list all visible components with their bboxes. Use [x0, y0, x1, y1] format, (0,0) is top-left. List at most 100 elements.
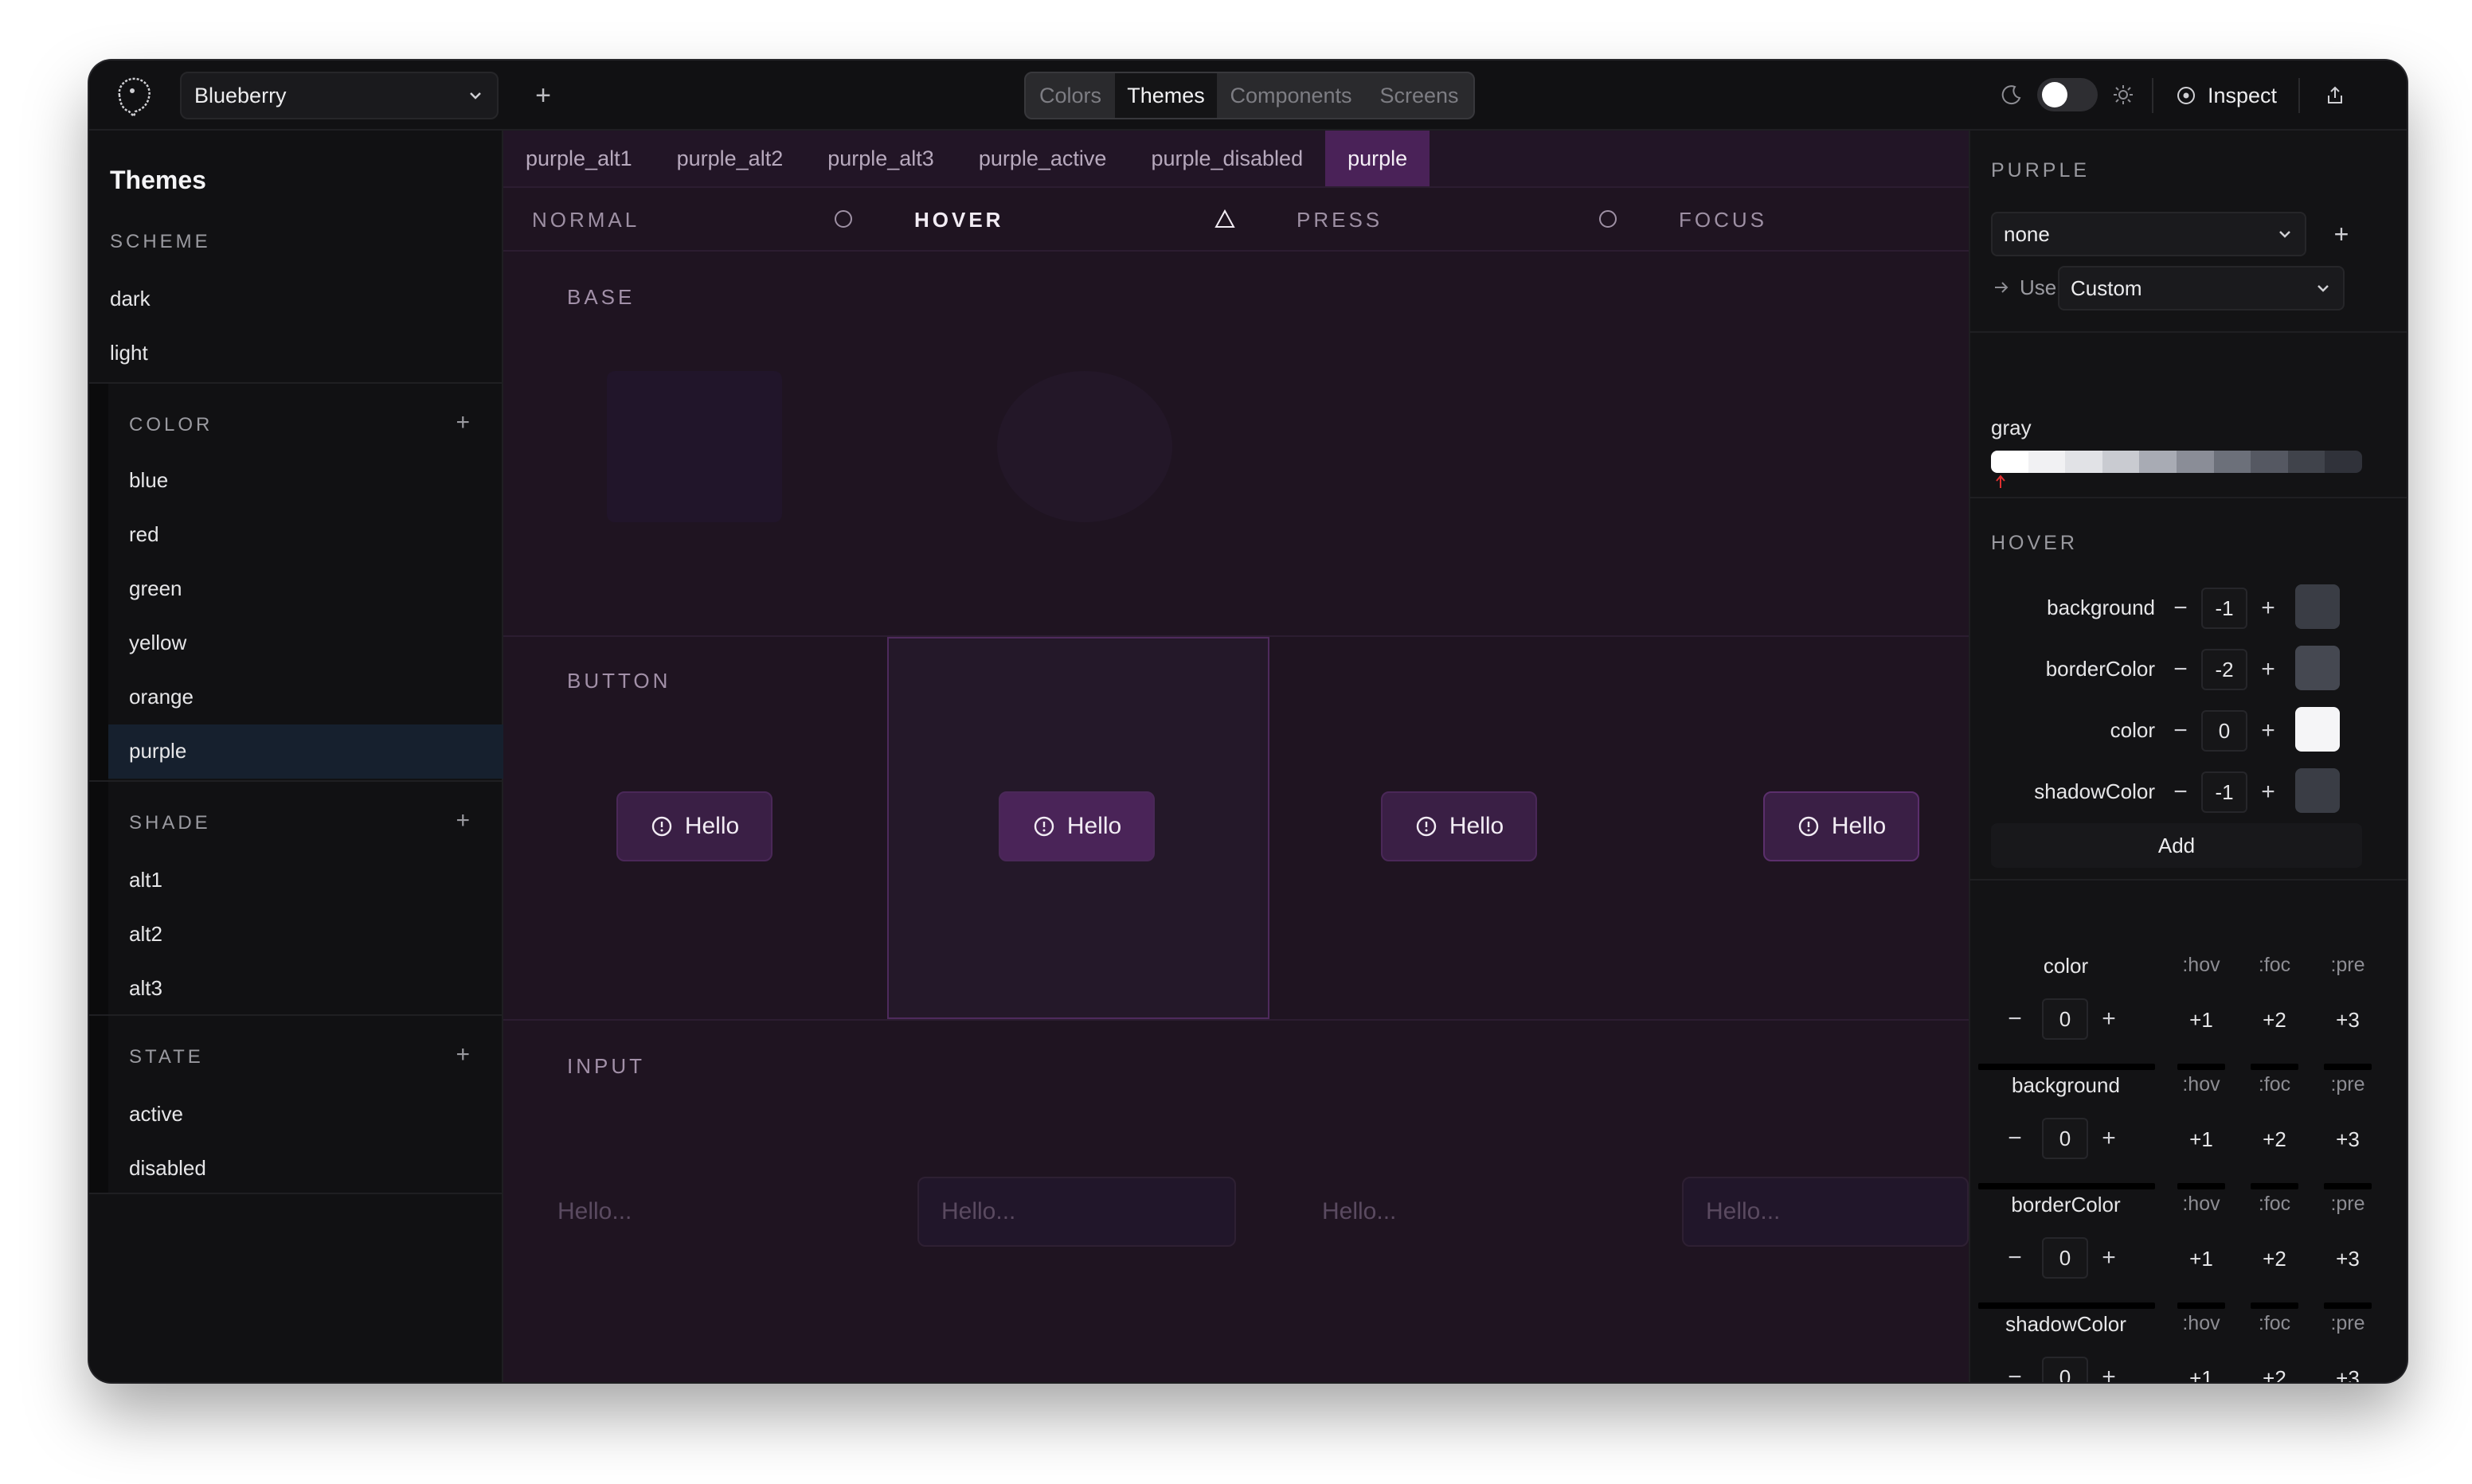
offset-value[interactable]: 0: [2042, 1237, 2088, 1279]
add-base-button[interactable]: +: [2322, 215, 2361, 253]
palette-swatch-6[interactable]: [2213, 451, 2251, 473]
tab-purple-alt1[interactable]: purple_alt1: [503, 131, 655, 186]
offset-pre-value[interactable]: +3: [2322, 1247, 2373, 1271]
add-state-button[interactable]: +: [456, 1041, 470, 1068]
offset-hov-value[interactable]: +1: [2176, 1247, 2227, 1271]
palette-swatch-4[interactable]: [2139, 451, 2177, 473]
sidebar-item-dark[interactable]: dark: [110, 287, 151, 311]
segment-colors[interactable]: Colors: [1026, 73, 1115, 118]
increment-button[interactable]: +: [2093, 1123, 2125, 1154]
increment-button[interactable]: +: [2093, 1242, 2125, 1274]
offset-value[interactable]: 0: [2042, 1118, 2088, 1159]
sidebar-item-alt1[interactable]: alt1: [129, 868, 162, 892]
offset-value[interactable]: -1: [2201, 771, 2247, 813]
offset-foc-value[interactable]: +2: [2249, 1366, 2300, 1382]
sidebar-item-green[interactable]: green: [129, 576, 182, 601]
offset-foc-value[interactable]: +2: [2249, 1247, 2300, 1271]
increment-button[interactable]: +: [2252, 654, 2284, 685]
decrement-button[interactable]: −: [1999, 1361, 2031, 1382]
offset-pre-value[interactable]: +3: [2322, 1366, 2373, 1382]
sidebar-item-light[interactable]: light: [110, 341, 148, 365]
offset-value[interactable]: -2: [2201, 649, 2247, 690]
offset-hov-value[interactable]: +1: [2176, 1008, 2227, 1033]
tab-purple-alt2[interactable]: purple_alt2: [655, 131, 806, 186]
palette-swatch-5[interactable]: [2176, 451, 2214, 473]
inspect-button[interactable]: Inspect: [2176, 75, 2277, 116]
tab-purple-disabled[interactable]: purple_disabled: [1128, 131, 1325, 186]
offset-pre-value[interactable]: +3: [2322, 1008, 2373, 1033]
dark-mode-switch[interactable]: [2037, 78, 2098, 111]
hello-button-hover[interactable]: Hello: [999, 791, 1155, 861]
palette-swatch-0[interactable]: [1991, 451, 2028, 473]
hello-button-press[interactable]: Hello: [1381, 791, 1537, 861]
offset-value[interactable]: -1: [2201, 588, 2247, 629]
offset-hov-value[interactable]: +1: [2176, 1127, 2227, 1152]
offset-hov-value[interactable]: +1: [2176, 1366, 2227, 1382]
sidebar-item-orange[interactable]: orange: [129, 685, 194, 709]
segment-components[interactable]: Components: [1217, 73, 1365, 118]
tab-purple[interactable]: purple: [1325, 131, 1430, 186]
hello-button-normal[interactable]: Hello: [616, 791, 772, 861]
tab-purple-active[interactable]: purple_active: [956, 131, 1129, 186]
offset-foc-value[interactable]: +2: [2249, 1008, 2300, 1033]
palette-swatch-8[interactable]: [2287, 451, 2325, 473]
offset-value[interactable]: 0: [2042, 998, 2088, 1040]
increment-button[interactable]: +: [2252, 776, 2284, 808]
segment-themes[interactable]: Themes: [1115, 73, 1217, 118]
sidebar-item-purple[interactable]: purple: [108, 724, 503, 779]
color-swatch[interactable]: [2295, 646, 2340, 690]
increment-button[interactable]: +: [2093, 1003, 2125, 1035]
sidebar-item-active[interactable]: active: [129, 1102, 183, 1127]
hello-input-normal[interactable]: Hello...: [535, 1177, 854, 1247]
decrement-button[interactable]: −: [2165, 654, 2196, 685]
add-project-button[interactable]: +: [524, 76, 562, 115]
offset-value[interactable]: 0: [2201, 710, 2247, 752]
increment-button[interactable]: +: [2252, 715, 2284, 747]
add-shade-button[interactable]: +: [456, 807, 470, 834]
offset-foc-value[interactable]: +2: [2249, 1127, 2300, 1152]
decrement-button[interactable]: −: [1999, 1003, 2031, 1035]
increment-button[interactable]: +: [2252, 592, 2284, 624]
palette-swatch-9[interactable]: [2325, 451, 2362, 473]
hello-input-hover[interactable]: Hello...: [917, 1177, 1236, 1247]
color-swatch[interactable]: [2295, 768, 2340, 813]
increment-button[interactable]: +: [2093, 1361, 2125, 1382]
sidebar-item-yellow[interactable]: yellow: [129, 631, 186, 655]
hello-input-press[interactable]: Hello...: [1300, 1177, 1618, 1247]
sidebar-item-disabled[interactable]: disabled: [129, 1156, 206, 1181]
palette-swatch-3[interactable]: [2102, 451, 2140, 473]
palette-swatch-1[interactable]: [2028, 451, 2066, 473]
palette-swatch-2[interactable]: [2065, 451, 2102, 473]
hover-prop-name: background: [2047, 596, 2155, 619]
state-normal[interactable]: NORMAL: [503, 188, 886, 252]
base-theme-select[interactable]: none: [1991, 212, 2306, 256]
sidebar-item-alt2[interactable]: alt2: [129, 922, 162, 947]
tab-purple-alt3[interactable]: purple_alt3: [805, 131, 956, 186]
state-press[interactable]: PRESS: [1268, 188, 1650, 252]
decrement-button[interactable]: −: [2165, 715, 2196, 747]
color-swatch[interactable]: [2295, 707, 2340, 752]
state-hover[interactable]: HOVER: [886, 188, 1268, 252]
decrement-button[interactable]: −: [1999, 1242, 2031, 1274]
decrement-button[interactable]: −: [2165, 592, 2196, 624]
share-button[interactable]: [2314, 75, 2356, 116]
project-select[interactable]: Blueberry: [180, 72, 499, 119]
sidebar-item-alt3[interactable]: alt3: [129, 976, 162, 1001]
gray-palette-strip[interactable]: [1991, 451, 2362, 473]
sidebar-item-red[interactable]: red: [129, 522, 159, 547]
segment-screens[interactable]: Screens: [1365, 73, 1473, 118]
hello-button-focus[interactable]: Hello: [1763, 791, 1919, 861]
decrement-button[interactable]: −: [1999, 1123, 2031, 1154]
tamagui-logo-icon[interactable]: [110, 72, 158, 119]
add-property-button[interactable]: Add: [1991, 823, 2362, 868]
button-label: Hello: [1831, 813, 1887, 839]
decrement-button[interactable]: −: [2165, 776, 2196, 808]
palette-swatch-7[interactable]: [2251, 451, 2288, 473]
offset-pre-value[interactable]: +3: [2322, 1127, 2373, 1152]
color-swatch[interactable]: [2295, 584, 2340, 629]
offset-value[interactable]: 0: [2042, 1357, 2088, 1382]
hello-input-focus[interactable]: Hello...: [1682, 1177, 1969, 1247]
sidebar-item-blue[interactable]: blue: [129, 468, 168, 493]
use-select[interactable]: Custom: [2058, 266, 2345, 310]
add-color-button[interactable]: +: [456, 409, 470, 436]
